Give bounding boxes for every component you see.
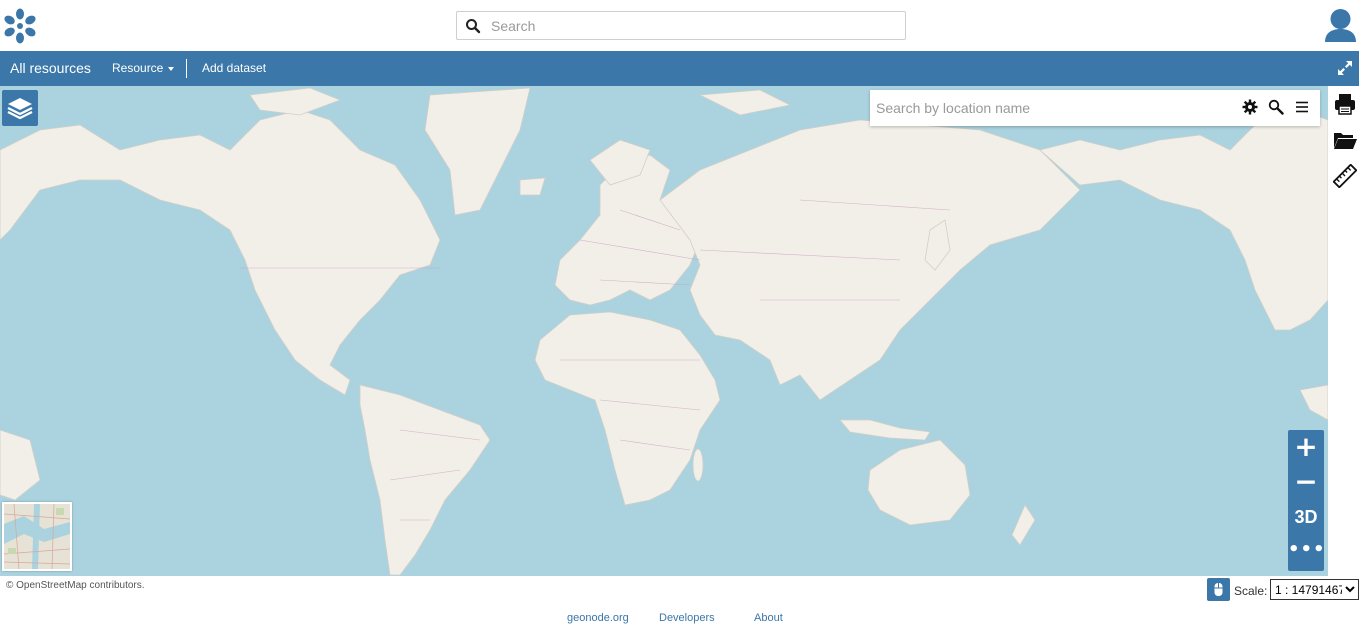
- map-zoom-toolbar: + − 3D •••: [1288, 430, 1325, 571]
- ruler-icon[interactable]: [1333, 164, 1357, 188]
- map-viewport[interactable]: [0, 86, 1328, 576]
- nav-separator: [186, 59, 187, 78]
- zoom-in-button[interactable]: +: [1288, 430, 1324, 465]
- top-header: [0, 0, 1359, 51]
- more-options-button[interactable]: •••: [1288, 535, 1325, 570]
- footer-link-developers[interactable]: Developers: [659, 612, 715, 624]
- layers-icon: [7, 98, 33, 120]
- menu-icon[interactable]: [1294, 99, 1310, 115]
- nav-resource-label: Resource: [112, 61, 164, 75]
- location-search-input[interactable]: [876, 98, 1231, 118]
- mouse-position-button[interactable]: [1207, 578, 1230, 601]
- world-base-map: [0, 86, 1328, 576]
- toggle-3d-button[interactable]: 3D: [1288, 500, 1324, 535]
- mouse-icon: [1214, 583, 1223, 596]
- nav-resource-dropdown[interactable]: Resource: [112, 61, 175, 75]
- geonode-logo-icon[interactable]: [2, 8, 38, 44]
- nav-all-resources-link[interactable]: All resources: [10, 60, 91, 76]
- location-search-box[interactable]: [870, 90, 1320, 126]
- global-search-box[interactable]: [456, 11, 906, 40]
- expand-icon[interactable]: [1338, 61, 1352, 75]
- scale-label: Scale:: [1234, 584, 1268, 598]
- background-switcher-thumbnail[interactable]: [2, 502, 72, 571]
- footer-links: geonode.org Developers About: [0, 612, 1359, 631]
- caret-down-icon: [168, 66, 175, 71]
- right-tool-bar: [1328, 86, 1359, 576]
- scale-select[interactable]: 1 : 147914678: [1270, 579, 1359, 600]
- search-icon[interactable]: [1268, 99, 1284, 115]
- layers-toggle-button[interactable]: [2, 90, 38, 126]
- user-avatar-icon[interactable]: [1324, 8, 1357, 44]
- nav-add-dataset-link[interactable]: Add dataset: [202, 61, 266, 75]
- folder-open-icon[interactable]: [1333, 128, 1357, 152]
- footer-link-about[interactable]: About: [754, 612, 783, 624]
- map-thumbnail-image: [4, 504, 70, 569]
- map-attribution: © OpenStreetMap contributors.: [6, 580, 145, 591]
- gear-icon[interactable]: [1242, 99, 1258, 115]
- print-icon[interactable]: [1333, 92, 1357, 116]
- global-search-input[interactable]: [491, 14, 891, 37]
- nav-bar: All resources Resource Add dataset: [0, 51, 1359, 86]
- search-icon: [466, 19, 481, 34]
- zoom-out-button[interactable]: −: [1288, 465, 1324, 500]
- footer-link-geonode[interactable]: geonode.org: [567, 612, 629, 624]
